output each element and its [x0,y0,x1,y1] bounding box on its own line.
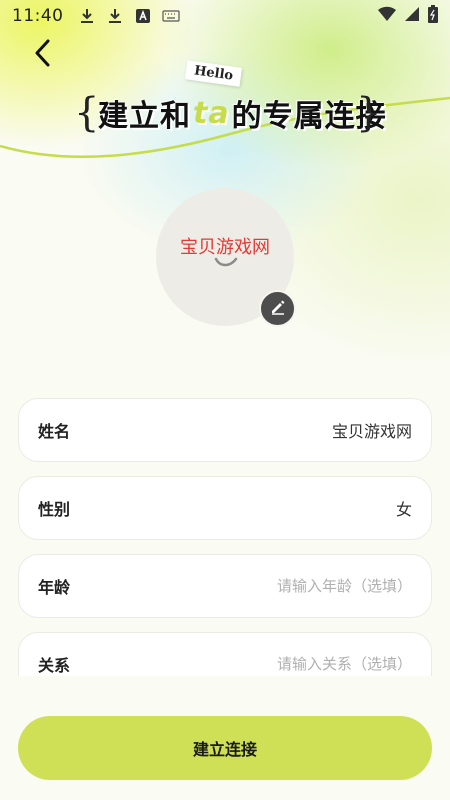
keyboard-icon [161,7,180,25]
relation-input[interactable] [192,655,412,673]
submit-button[interactable]: 建立连接 [18,716,432,780]
download-icon [78,7,96,25]
relation-field[interactable]: 关系 [18,632,432,676]
signal-icon [404,6,420,26]
brace-left: { [74,90,100,136]
status-right [378,5,438,27]
age-field[interactable]: 年龄 [18,554,432,618]
download-icon [106,7,124,25]
loading-spinner-icon [214,254,238,273]
age-input[interactable] [192,577,412,595]
name-field[interactable]: 姓名 宝贝游戏网 [18,398,432,462]
status-bar: 11:40 [0,0,450,32]
name-label: 姓名 [38,422,71,441]
profile-form: 姓名 宝贝游戏网 性别 女 年龄 关系 [18,398,432,676]
title-highlight: ta [193,95,230,131]
gender-label: 性别 [38,500,71,519]
pencil-icon [269,298,287,320]
name-value[interactable]: 宝贝游戏网 [332,418,412,442]
status-time: 11:40 [12,6,64,26]
header-title: Hello { 建立和 ta 的专属连接 } [0,60,450,150]
hello-tag: Hello [184,60,243,87]
app-icon [134,7,152,25]
gender-value[interactable]: 女 [396,496,412,520]
relation-label: 关系 [38,656,71,675]
title-part-1: 建立和 [98,99,191,134]
wifi-icon [378,6,396,26]
back-button[interactable] [26,38,60,72]
chevron-left-icon [33,39,53,71]
page-title: 建立和 ta 的专属连接 [98,90,387,136]
gender-field[interactable]: 性别 女 [18,476,432,540]
age-label: 年龄 [38,578,71,597]
brace-right: } [356,90,382,136]
edit-avatar-button[interactable] [259,290,296,327]
battery-icon [428,5,438,27]
